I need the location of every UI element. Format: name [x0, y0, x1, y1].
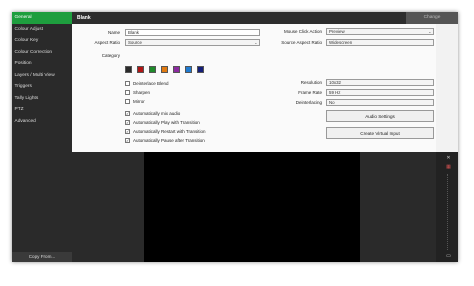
frame-rate-field: 59 Hz — [326, 89, 434, 96]
category-swatch-red[interactable] — [137, 66, 144, 73]
check-icon: ✓ — [126, 120, 130, 125]
sidebar: General Colour Adjust Colour Key Colour … — [12, 12, 72, 262]
category-swatch-orange[interactable] — [161, 66, 168, 73]
auto-play-transition-checkbox[interactable]: ✓ — [125, 120, 130, 125]
sidebar-item-colour-adjust[interactable]: Colour Adjust — [12, 24, 72, 36]
source-aspect-ratio-label: Source Aspect Ratio — [281, 40, 322, 45]
category-swatch-green[interactable] — [149, 66, 156, 73]
sidebar-item-tally-lights[interactable]: Tally Lights — [12, 93, 72, 105]
check-icon: ✓ — [126, 138, 130, 143]
sidebar-item-general[interactable]: General — [12, 12, 72, 24]
preview-toolbar: ✕ ▦ ▭ — [436, 152, 458, 262]
aspect-ratio-label: Aspect Ratio — [94, 40, 120, 45]
mouse-click-action-value: Preview — [329, 29, 345, 34]
auto-play-transition-label: Automatically Play with Transition — [133, 120, 200, 125]
sidebar-item-position[interactable]: Position — [12, 58, 72, 70]
mouse-click-action-label: Mouse Click Action — [283, 29, 322, 34]
auto-restart-transition-label: Automatically Restart with Transition — [133, 129, 206, 134]
panel-margin — [436, 24, 458, 152]
deinterlacing-label: Deinterlacing — [295, 100, 322, 105]
check-icon: ✓ — [126, 129, 130, 134]
audio-settings-button[interactable]: Audio Settings — [326, 110, 434, 122]
aspect-ratio-value: Source — [128, 40, 142, 45]
bottom-toggle-icon[interactable]: ▭ — [445, 253, 452, 259]
video-preview — [144, 152, 360, 262]
name-label: Name — [107, 30, 120, 35]
resolution-field: 10x32 — [326, 79, 434, 86]
close-icon[interactable]: ✕ — [445, 155, 452, 161]
category-swatch-blue[interactable] — [185, 66, 192, 73]
mirror-checkbox[interactable] — [125, 99, 130, 104]
deinterlace-blend-checkbox[interactable] — [125, 81, 130, 86]
sidebar-item-colour-correction[interactable]: Colour Correction — [12, 47, 72, 59]
chevron-down-icon: ⌄ — [428, 29, 432, 34]
auto-mix-audio-label: Automatically mix audio — [133, 111, 181, 116]
frame-rate-label: Frame Rate — [298, 90, 322, 95]
sidebar-item-layers-multi-view[interactable]: Layers / Multi View — [12, 70, 72, 82]
chevron-down-icon: ⌄ — [254, 40, 258, 45]
name-field[interactable]: Blank — [125, 29, 260, 36]
category-swatch-black[interactable] — [125, 66, 132, 73]
general-settings-panel: Name Blank Aspect Ratio Source ⌄ Categor… — [72, 24, 436, 152]
deinterlace-blend-label: Deinterlace Blend — [133, 81, 169, 86]
category-swatch-purple[interactable] — [173, 66, 180, 73]
auto-restart-transition-checkbox[interactable]: ✓ — [125, 129, 130, 134]
preview-area — [72, 152, 436, 262]
sidebar-item-triggers[interactable]: Triggers — [12, 81, 72, 93]
mirror-label: Mirror — [133, 99, 145, 104]
auto-mix-audio-checkbox[interactable]: ✓ — [125, 111, 130, 116]
layout-icon[interactable]: ▦ — [445, 164, 452, 170]
category-label: Category — [101, 53, 120, 58]
sharpen-checkbox[interactable] — [125, 90, 130, 95]
resolution-label: Resolution — [300, 80, 322, 85]
input-title: Blank — [77, 15, 91, 21]
copy-from-button[interactable]: Copy From... — [12, 252, 72, 262]
mouse-click-action-select[interactable]: Preview ⌄ — [326, 28, 434, 35]
sharpen-label: Sharpen — [133, 90, 151, 95]
sidebar-item-advanced[interactable]: Advanced — [12, 116, 72, 128]
title-bar: Blank Change — [72, 12, 458, 24]
check-icon: ✓ — [126, 111, 130, 116]
auto-pause-transition-checkbox[interactable]: ✓ — [125, 138, 130, 143]
sidebar-item-colour-key[interactable]: Colour Key — [12, 35, 72, 47]
aspect-ratio-select[interactable]: Source ⌄ — [125, 39, 260, 46]
auto-pause-transition-label: Automatically Pause after Transition — [133, 138, 205, 143]
deinterlacing-field: No — [326, 99, 434, 106]
sidebar-item-ptz[interactable]: PTZ — [12, 104, 72, 116]
source-aspect-ratio-field: Widescreen — [326, 39, 434, 46]
category-swatch-navy[interactable] — [197, 66, 204, 73]
change-button[interactable]: Change — [406, 12, 458, 24]
audio-meter — [447, 174, 449, 250]
create-virtual-input-button[interactable]: Create Virtual Input — [326, 127, 434, 139]
input-properties-window: General Colour Adjust Colour Key Colour … — [12, 12, 458, 262]
